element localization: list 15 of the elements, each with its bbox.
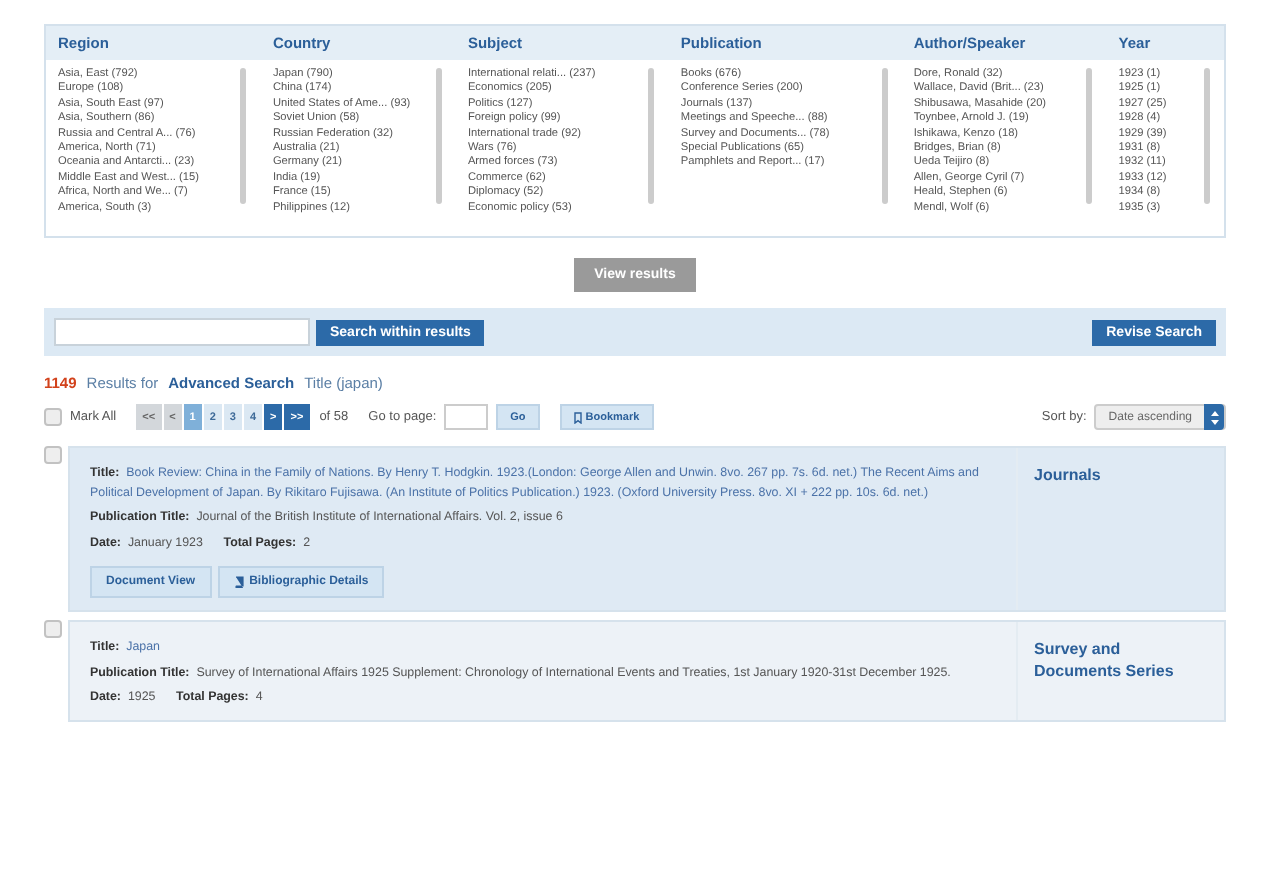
- scrollbar[interactable]: [1204, 68, 1210, 204]
- updown-icon: [1209, 409, 1219, 425]
- bookmark-icon: [573, 411, 582, 423]
- publication-type-link[interactable]: Journals: [1034, 464, 1208, 486]
- search-field[interactable]: [54, 318, 310, 346]
- scrollbar[interactable]: [1086, 68, 1093, 204]
- page-field[interactable]: [444, 404, 489, 430]
- result-checkbox[interactable]: [44, 620, 62, 638]
- scrollbar[interactable]: [881, 68, 888, 204]
- result-checkbox[interactable]: [44, 446, 62, 464]
- mark-all-checkbox[interactable]: [44, 408, 62, 426]
- scrollbar[interactable]: [648, 68, 655, 204]
- publication-type-link[interactable]: Survey and Documents Series: [1034, 638, 1208, 682]
- scrollbar[interactable]: [435, 68, 442, 204]
- scrollbar[interactable]: [240, 68, 247, 204]
